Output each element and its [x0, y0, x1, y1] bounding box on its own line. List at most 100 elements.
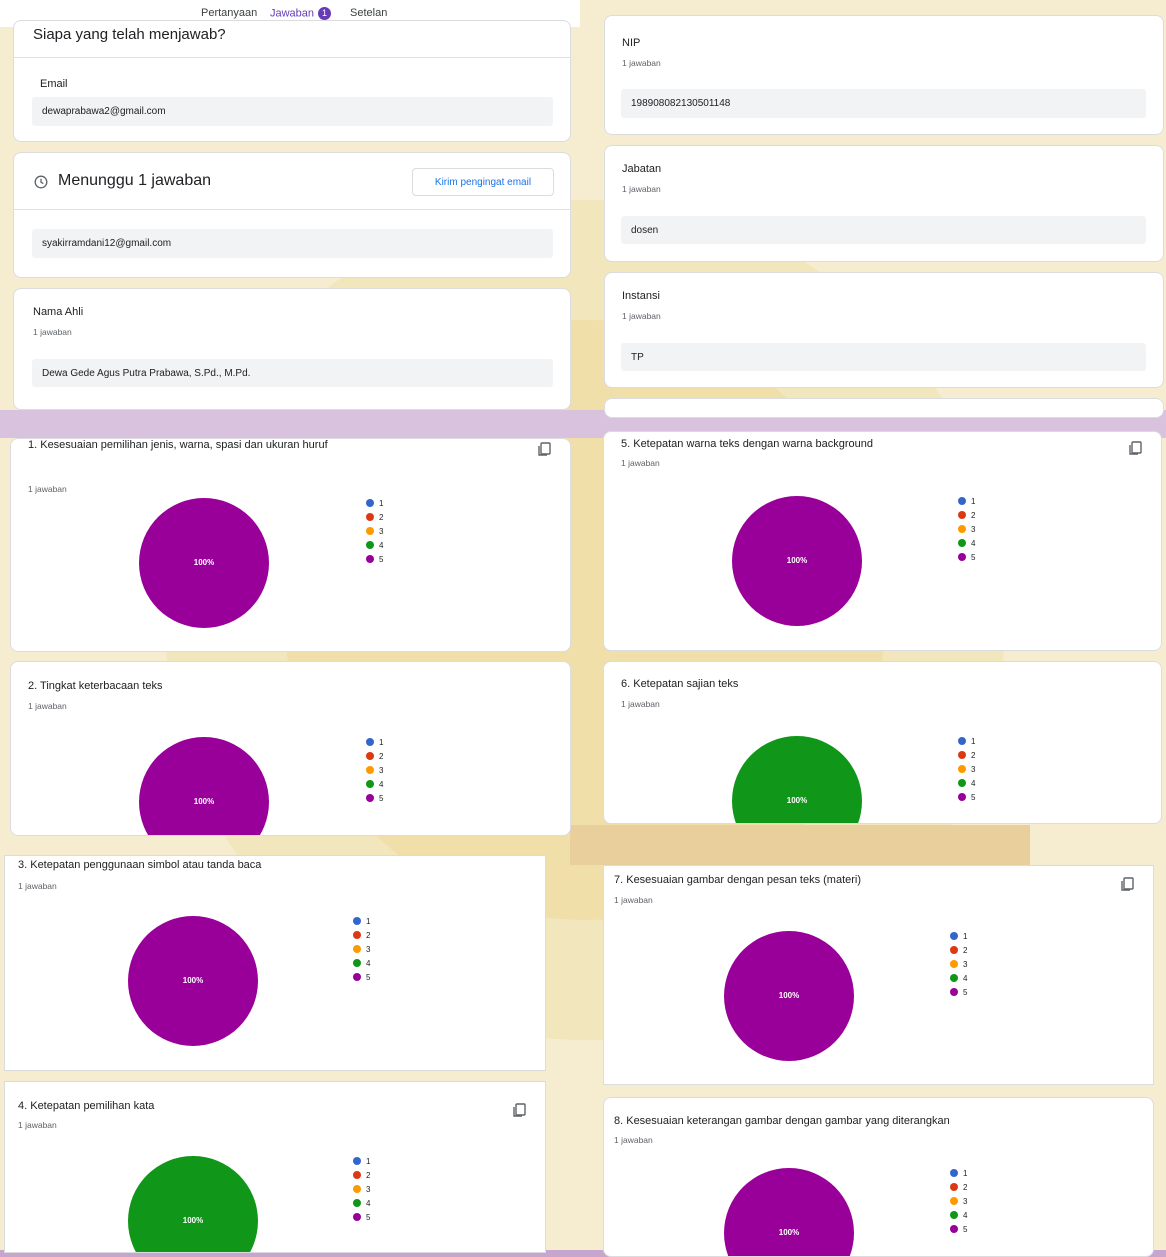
legend-swatch	[958, 737, 966, 745]
legend-swatch	[958, 511, 966, 519]
response-count: 1 jawaban	[33, 327, 72, 337]
answer-value: dosen	[621, 216, 1146, 244]
legend-label: 1	[971, 496, 976, 506]
legend-item: 4	[950, 1208, 967, 1222]
question-chart-card: 6. Ketepatan sajian teks 1 jawaban 100% 1 2 3…	[603, 661, 1162, 824]
chart-legend: 1 2 3 4 5	[366, 496, 383, 566]
legend-swatch	[353, 1185, 361, 1193]
legend-swatch	[958, 793, 966, 801]
question-title: 7. Kesesuaian gambar dengan pesan teks (…	[614, 874, 862, 886]
legend-label: 1	[366, 1156, 371, 1166]
legend-item: 4	[353, 956, 370, 970]
legend-swatch	[353, 1171, 361, 1179]
chart-legend: 1 2 3 4 5	[958, 494, 975, 564]
question-chart-card: 3. Ketepatan penggunaan simbol atau tand…	[4, 855, 546, 1071]
legend-swatch	[353, 1157, 361, 1165]
tab-settings[interactable]: Setelan	[350, 7, 387, 19]
legend-swatch	[958, 497, 966, 505]
legend-item: 3	[353, 1182, 370, 1196]
legend-label: 4	[379, 540, 384, 550]
legend-label: 2	[366, 1170, 371, 1180]
copy-chart-icon[interactable]	[1119, 876, 1135, 892]
tab-responses[interactable]: Jawaban 1	[270, 7, 332, 20]
legend-item: 1	[366, 735, 383, 749]
response-count: 1 jawaban	[614, 895, 653, 905]
legend-label: 4	[971, 538, 976, 548]
response-count: 1 jawaban	[18, 1120, 57, 1130]
legend-item: 4	[950, 971, 967, 985]
tab-questions[interactable]: Pertanyaan	[201, 7, 257, 19]
legend-swatch	[950, 932, 958, 940]
legend-item: 3	[366, 763, 383, 777]
question-chart-card: 5. Ketepatan warna teks dengan warna bac…	[603, 431, 1162, 651]
legend-swatch	[366, 541, 374, 549]
question-title: 4. Ketepatan pemilihan kata	[18, 1100, 155, 1112]
question-label: Instansi	[622, 290, 660, 302]
legend-item: 3	[353, 942, 370, 956]
legend-item: 5	[366, 552, 383, 566]
response-count: 1 jawaban	[622, 184, 661, 194]
question-label: NIP	[622, 37, 641, 49]
legend-item: 4	[958, 776, 975, 790]
answer-value: Dewa Gede Agus Putra Prabawa, S.Pd., M.P…	[32, 359, 553, 387]
chart-legend: 1 2 3 4 5	[958, 734, 975, 804]
respondent-email[interactable]: dewaprabawa2@gmail.com	[32, 97, 553, 126]
legend-swatch	[366, 738, 374, 746]
pie-percentage-label: 100%	[193, 558, 215, 567]
legend-item: 1	[353, 914, 370, 928]
send-reminder-button[interactable]: Kirim pengingat email	[412, 168, 554, 196]
legend-item: 3	[958, 522, 975, 536]
legend-label: 3	[963, 959, 968, 969]
copy-chart-icon[interactable]	[1127, 440, 1143, 456]
legend-label: 4	[366, 1198, 371, 1208]
pending-email[interactable]: syakirramdani12@gmail.com	[32, 229, 553, 258]
legend-label: 3	[379, 526, 384, 536]
copy-chart-icon[interactable]	[536, 441, 552, 457]
response-count: 1 jawaban	[28, 484, 67, 494]
legend-swatch	[353, 973, 361, 981]
legend-label: 3	[379, 765, 384, 775]
legend-label: 5	[379, 793, 384, 803]
legend-label: 2	[971, 510, 976, 520]
copy-chart-icon[interactable]	[511, 1102, 527, 1118]
legend-label: 5	[971, 792, 976, 802]
legend-swatch	[366, 513, 374, 521]
divider	[14, 57, 570, 58]
partial-card	[604, 398, 1164, 418]
chart-legend: 1 2 3 4 5	[950, 929, 967, 999]
response-count: 1 jawaban	[18, 881, 57, 891]
legend-label: 1	[971, 736, 976, 746]
legend-swatch	[950, 988, 958, 996]
legend-label: 3	[971, 524, 976, 534]
pie-slice-4	[732, 736, 862, 823]
pie-percentage-label: 100%	[786, 796, 808, 805]
legend-label: 2	[963, 945, 968, 955]
legend-label: 2	[971, 750, 976, 760]
legend-swatch	[353, 959, 361, 967]
pie-percentage-label: 100%	[182, 976, 204, 985]
legend-item: 2	[366, 749, 383, 763]
legend-swatch	[950, 1169, 958, 1177]
question-chart-card: 1. Kesesuaian pemilihan jenis, warna, sp…	[10, 438, 571, 652]
question-title: 8. Kesesuaian keterangan gambar dengan g…	[614, 1115, 950, 1127]
legend-label: 1	[366, 916, 371, 926]
question-chart-card: 7. Kesesuaian gambar dengan pesan teks (…	[603, 865, 1154, 1085]
legend-item: 3	[958, 762, 975, 776]
respondents-title: Siapa yang telah menjawab?	[33, 26, 226, 43]
tab-responses-label: Jawaban	[270, 7, 315, 20]
legend-swatch	[366, 555, 374, 563]
legend-swatch	[366, 752, 374, 760]
legend-item: 1	[366, 496, 383, 510]
legend-item: 5	[950, 985, 967, 999]
pie-percentage-label: 100%	[778, 1228, 800, 1237]
pie-slice-4	[128, 1156, 258, 1252]
legend-swatch	[366, 499, 374, 507]
legend-label: 5	[366, 972, 371, 982]
legend-label: 4	[963, 973, 968, 983]
pending-card: Menunggu 1 jawaban Kirim pengingat email…	[13, 152, 571, 278]
legend-item: 4	[366, 538, 383, 552]
question-label: Nama Ahli	[33, 306, 84, 318]
question-chart-card: 8. Kesesuaian keterangan gambar dengan g…	[603, 1097, 1154, 1257]
pie-percentage-label: 100%	[182, 1216, 204, 1225]
response-count: 1 jawaban	[28, 701, 67, 711]
